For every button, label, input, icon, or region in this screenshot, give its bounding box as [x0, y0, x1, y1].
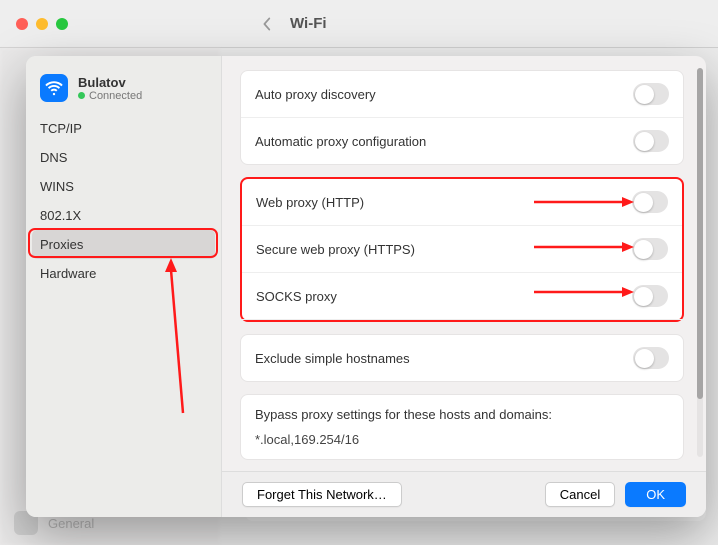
label-exclude-simple: Exclude simple hostnames [255, 351, 633, 366]
proxies-sheet: Bulatov Connected TCP/IP DNS WINS 802.1X… [26, 56, 706, 517]
label-bypass: Bypass proxy settings for these hosts an… [255, 407, 552, 422]
network-status: Connected [78, 90, 142, 102]
wifi-icon [40, 74, 68, 102]
toggle-socks-proxy[interactable] [632, 285, 668, 307]
row-auto-config: Automatic proxy configuration [241, 118, 683, 164]
toggle-auto-discovery[interactable] [633, 83, 669, 105]
label-socks-proxy: SOCKS proxy [256, 289, 632, 304]
sidebar-item-hardware[interactable]: Hardware [26, 259, 221, 288]
settings-group-auto: Auto proxy discovery Automatic proxy con… [240, 70, 684, 165]
settings-group-exclude: Exclude simple hostnames [240, 334, 684, 382]
sidebar-item-dns[interactable]: DNS [26, 143, 221, 172]
label-web-proxy: Web proxy (HTTP) [256, 195, 632, 210]
traffic-lights [16, 18, 68, 30]
row-web-proxy: Web proxy (HTTP) [242, 179, 682, 226]
sheet-sidebar: Bulatov Connected TCP/IP DNS WINS 802.1X… [26, 56, 222, 517]
network-name: Bulatov [78, 75, 142, 90]
label-auto-discovery: Auto proxy discovery [255, 87, 633, 102]
network-status-label: Connected [89, 90, 142, 102]
page-title: Wi-Fi [290, 15, 327, 32]
forget-network-button[interactable]: Forget This Network… [242, 482, 402, 507]
sidebar-item-tcpip[interactable]: TCP/IP [26, 114, 221, 143]
sheet-main: Auto proxy discovery Automatic proxy con… [222, 56, 706, 517]
settings-scroll-area[interactable]: Auto proxy discovery Automatic proxy con… [222, 56, 706, 471]
back-button[interactable] [256, 14, 276, 34]
label-auto-config: Automatic proxy configuration [255, 134, 633, 149]
settings-window: Wi-Fi TP-Link_EA89 🔒 General Bulatov Con… [0, 0, 718, 545]
settings-group-bypass: Bypass proxy settings for these hosts an… [240, 394, 684, 460]
sidebar-item-8021x[interactable]: 802.1X [26, 201, 221, 230]
cancel-button[interactable]: Cancel [545, 482, 615, 507]
scrollbar[interactable] [697, 68, 703, 457]
sheet-footer: Forget This Network… Cancel OK [222, 471, 706, 517]
toggle-auto-config[interactable] [633, 130, 669, 152]
background-general-label: General [48, 516, 94, 531]
row-exclude-simple: Exclude simple hostnames [241, 335, 683, 381]
status-dot-icon [78, 92, 85, 99]
row-bypass: Bypass proxy settings for these hosts an… [241, 395, 683, 459]
close-icon[interactable] [16, 18, 28, 30]
scrollbar-thumb[interactable] [697, 68, 703, 399]
minimize-icon[interactable] [36, 18, 48, 30]
toggle-secure-proxy[interactable] [632, 238, 668, 260]
titlebar: Wi-Fi [0, 0, 718, 48]
row-secure-proxy: Secure web proxy (HTTPS) [242, 226, 682, 273]
network-header: Bulatov Connected [26, 66, 221, 114]
settings-group-proxies-highlighted: Web proxy (HTTP) Secure web proxy (HTTPS… [240, 177, 684, 322]
ok-button[interactable]: OK [625, 482, 686, 507]
row-auto-discovery: Auto proxy discovery [241, 71, 683, 118]
maximize-icon[interactable] [56, 18, 68, 30]
bypass-value[interactable]: *.local,169.254/16 [255, 430, 359, 447]
toggle-exclude-simple[interactable] [633, 347, 669, 369]
label-secure-proxy: Secure web proxy (HTTPS) [256, 242, 632, 257]
sidebar-item-wins[interactable]: WINS [26, 172, 221, 201]
row-socks-proxy: SOCKS proxy [242, 273, 682, 320]
sidebar-item-proxies[interactable]: Proxies [32, 230, 215, 259]
toggle-web-proxy[interactable] [632, 191, 668, 213]
